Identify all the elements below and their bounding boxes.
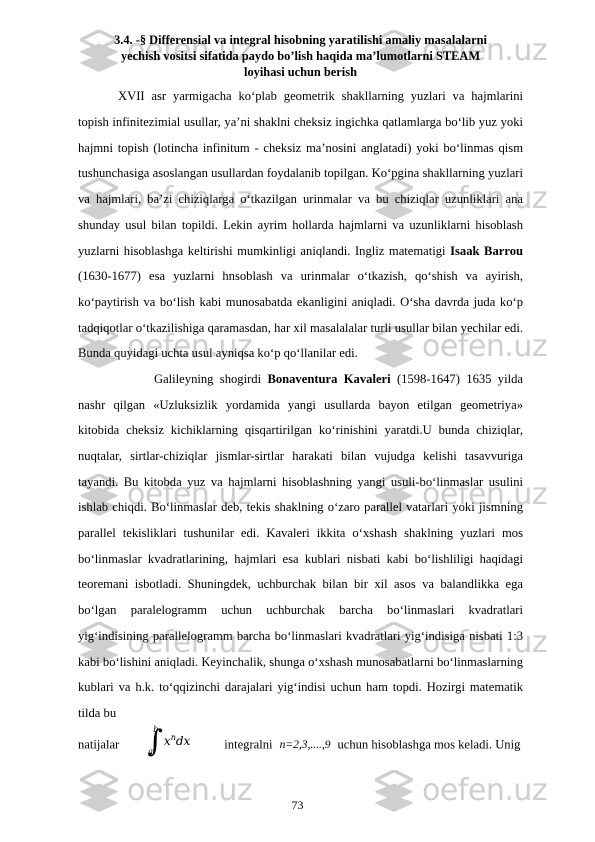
person-name-isaak-barrou: Isaak Barrou: [450, 243, 523, 258]
integrand-expression: xndx: [164, 729, 190, 753]
paragraph-1-text-b: (1630-1677) esa yuzlarni hnsoblash va ur…: [78, 269, 523, 361]
paragraph-2-text-a: Galileyning shogirdi: [154, 371, 268, 386]
differential: dx: [175, 734, 191, 749]
integral-upper-limit: b: [153, 724, 159, 734]
formula-line: natijalar b ∫ a xndx integralni n=2,3,....,9 uc…: [78, 725, 523, 758]
page-content: 3.4. -§ Differensial va integral hisobni…: [78, 32, 523, 758]
page-number: 73: [291, 798, 304, 812]
document-page: 3.4. -§ Differensial va integral hisobni…: [0, 0, 595, 842]
person-name-bonaventura-kavaleri: Bonaventura Kavaleri: [267, 371, 391, 386]
paragraph-1-text-a: XVII asr yarmigacha ko‘plab geometrik sh…: [78, 89, 523, 258]
title-line-3: loyihasi uchun berish: [244, 65, 357, 80]
paragraph-2-text-b: (1598-1647) 1635 yilda nashr qilgan «Uzl…: [78, 371, 523, 720]
formula-tail-text: uchun hisoblashga mos keladi. Unig: [337, 736, 521, 751]
title-line-2: yechish vositsi sifatida paydo bo’lish h…: [120, 49, 481, 64]
integrand-variable: x: [163, 734, 171, 749]
integral-sign-with-limits: b ∫ a: [147, 725, 163, 757]
definite-integral-formula: b ∫ a xndx: [147, 725, 190, 757]
paragraph-1: XVII asr yarmigacha ko‘plab geometrik sh…: [78, 84, 523, 367]
page-title: 3.4. -§ Differensial va integral hisobni…: [78, 32, 523, 80]
title-line-1: 3.4. -§ Differensial va integral hisobni…: [114, 33, 487, 47]
n-range-expression: n=2,3,....,9: [279, 738, 331, 751]
formula-lead-word: natijalar: [78, 736, 120, 751]
paragraph-2: Galileyning shogirdi Bonaventura Kavaler…: [78, 367, 523, 727]
integral-lower-limit: a: [148, 747, 154, 757]
formula-after-integral: integralni: [224, 736, 273, 751]
